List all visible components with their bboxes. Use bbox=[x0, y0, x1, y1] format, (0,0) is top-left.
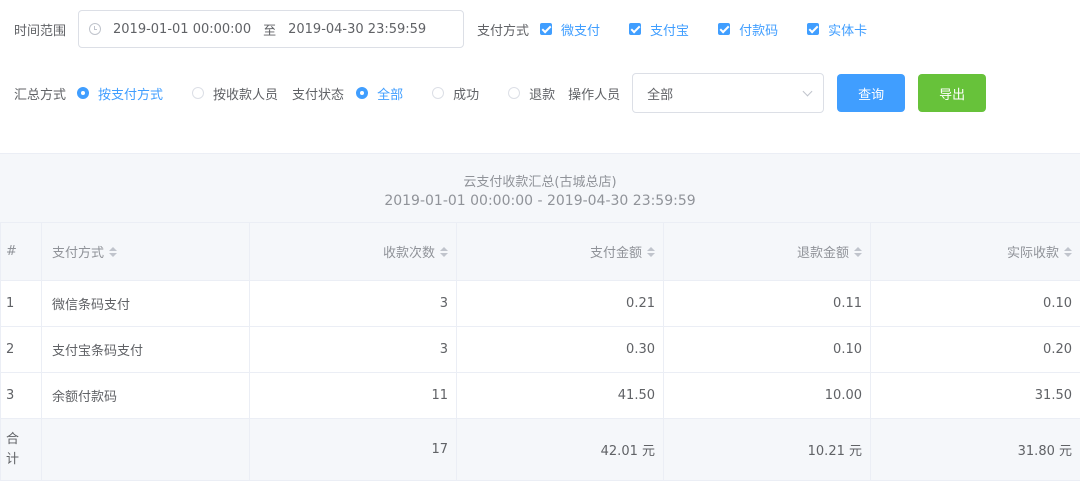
column-header-refund-amount[interactable]: 退款金额 bbox=[664, 223, 871, 281]
report-date-range: 2019-01-01 00:00:00 - 2019-04-30 23:59:5… bbox=[0, 193, 1080, 209]
radio-label: 按支付方式 bbox=[98, 84, 163, 103]
cell-paid-amount: 41.50 bbox=[457, 373, 664, 419]
operator-select[interactable]: 全部 bbox=[632, 73, 824, 113]
cell-index: 1 bbox=[1, 281, 42, 327]
column-header-count[interactable]: 收款次数 bbox=[250, 223, 457, 281]
operator-label: 操作人员 bbox=[568, 84, 620, 103]
column-header-label: 退款金额 bbox=[797, 246, 849, 261]
radio-status-success[interactable]: 成功 bbox=[432, 84, 479, 103]
summary-table: # 支付方式 收款次数 支付金额 退款金额 实际收款 1 微信条码支付 3 0.… bbox=[0, 222, 1080, 481]
radio-by-pay-method[interactable]: 按支付方式 bbox=[77, 84, 163, 103]
cell-paid-amount: 0.21 bbox=[457, 281, 664, 327]
query-button[interactable]: 查询 bbox=[837, 74, 905, 112]
cell-paid-amount: 0.30 bbox=[457, 327, 664, 373]
cell-refund-amount: 0.11 bbox=[664, 281, 871, 327]
checkbox-wechat-pay[interactable]: 微支付 bbox=[540, 20, 600, 39]
chevron-down-icon[interactable] bbox=[803, 87, 813, 97]
status-label: 支付状态 bbox=[292, 84, 344, 103]
cell-total-label: 合计 bbox=[1, 419, 42, 481]
cell-total-actual-amount: 31.80 元 bbox=[871, 419, 1080, 481]
column-header-paid-amount[interactable]: 支付金额 bbox=[457, 223, 664, 281]
checkbox-label: 付款码 bbox=[739, 20, 778, 39]
cell-actual-amount: 0.20 bbox=[871, 327, 1080, 373]
column-header-label: 支付方式 bbox=[52, 246, 104, 261]
table-row: 3 余额付款码 11 41.50 10.00 31.50 bbox=[1, 373, 1080, 419]
column-header-label: 实际收款 bbox=[1007, 246, 1059, 261]
sort-icon[interactable] bbox=[647, 247, 655, 251]
sort-icon[interactable] bbox=[440, 247, 448, 251]
checkbox-checked-icon[interactable] bbox=[807, 23, 819, 35]
cell-total-count: 17 bbox=[250, 419, 457, 481]
sort-icon[interactable] bbox=[109, 247, 117, 251]
report-header: 云支付收款汇总(古城总店) 2019-01-01 00:00:00 - 2019… bbox=[0, 153, 1080, 222]
sort-icon[interactable] bbox=[1064, 247, 1072, 251]
cell-pay-method: 支付宝条码支付 bbox=[42, 327, 250, 373]
operator-select-value: 全部 bbox=[647, 84, 673, 103]
table-row: 1 微信条码支付 3 0.21 0.11 0.10 bbox=[1, 281, 1080, 327]
pay-method-label: 支付方式 bbox=[477, 20, 529, 39]
cell-actual-amount: 31.50 bbox=[871, 373, 1080, 419]
cell-count: 3 bbox=[250, 327, 457, 373]
cell-count: 3 bbox=[250, 281, 457, 327]
radio-selected-icon[interactable] bbox=[356, 87, 368, 99]
cell-actual-amount: 0.10 bbox=[871, 281, 1080, 327]
checkbox-physical-card[interactable]: 实体卡 bbox=[807, 20, 867, 39]
checkbox-checked-icon[interactable] bbox=[629, 23, 641, 35]
checkbox-label: 微支付 bbox=[561, 20, 600, 39]
table-header-row: # 支付方式 收款次数 支付金额 退款金额 实际收款 bbox=[1, 223, 1080, 281]
checkbox-alipay[interactable]: 支付宝 bbox=[629, 20, 689, 39]
time-range-label: 时间范围 bbox=[14, 20, 66, 39]
checkbox-checked-icon[interactable] bbox=[540, 23, 552, 35]
radio-status-all[interactable]: 全部 bbox=[356, 84, 403, 103]
summary-label: 汇总方式 bbox=[14, 84, 66, 103]
end-date-input[interactable]: 2019-04-30 23:59:59 bbox=[288, 22, 426, 37]
cell-total-pay-method bbox=[42, 419, 250, 481]
cell-index: 2 bbox=[1, 327, 42, 373]
column-header-index: # bbox=[1, 223, 42, 281]
cell-total-refund-amount: 10.21 元 bbox=[664, 419, 871, 481]
report-title: 云支付收款汇总(古城总店) bbox=[0, 171, 1080, 190]
start-date-input[interactable]: 2019-01-01 00:00:00 bbox=[113, 22, 251, 37]
column-header-label: # bbox=[6, 244, 17, 259]
radio-by-cashier[interactable]: 按收款人员 bbox=[192, 84, 278, 103]
table-total-row: 合计 17 42.01 元 10.21 元 31.80 元 bbox=[1, 419, 1080, 481]
radio-unselected-icon[interactable] bbox=[508, 87, 520, 99]
filter-row-summary: 汇总方式 按支付方式 按收款人员 支付状态 全部 成功 退款 操作人员 全部 查… bbox=[0, 73, 986, 113]
cell-pay-method: 余额付款码 bbox=[42, 373, 250, 419]
export-button[interactable]: 导出 bbox=[918, 74, 986, 112]
date-range-picker[interactable]: 2019-01-01 00:00:00 至 2019-04-30 23:59:5… bbox=[78, 10, 464, 48]
radio-label: 成功 bbox=[453, 84, 479, 103]
cell-total-paid-amount: 42.01 元 bbox=[457, 419, 664, 481]
column-header-label: 收款次数 bbox=[383, 246, 435, 261]
cell-refund-amount: 10.00 bbox=[664, 373, 871, 419]
checkbox-label: 支付宝 bbox=[650, 20, 689, 39]
radio-status-refund[interactable]: 退款 bbox=[508, 84, 555, 103]
radio-selected-icon[interactable] bbox=[77, 87, 89, 99]
cell-count: 11 bbox=[250, 373, 457, 419]
cell-index: 3 bbox=[1, 373, 42, 419]
filter-row-time: 时间范围 2019-01-01 00:00:00 至 2019-04-30 23… bbox=[0, 9, 867, 49]
radio-label: 全部 bbox=[377, 84, 403, 103]
checkbox-payment-code[interactable]: 付款码 bbox=[718, 20, 778, 39]
radio-unselected-icon[interactable] bbox=[192, 87, 204, 99]
table-row: 2 支付宝条码支付 3 0.30 0.10 0.20 bbox=[1, 327, 1080, 373]
cell-pay-method: 微信条码支付 bbox=[42, 281, 250, 327]
column-header-label: 支付金额 bbox=[590, 246, 642, 261]
column-header-actual-amount[interactable]: 实际收款 bbox=[871, 223, 1080, 281]
cell-refund-amount: 0.10 bbox=[664, 327, 871, 373]
checkbox-checked-icon[interactable] bbox=[718, 23, 730, 35]
range-separator: 至 bbox=[263, 20, 276, 39]
column-header-pay-method[interactable]: 支付方式 bbox=[42, 223, 250, 281]
checkbox-label: 实体卡 bbox=[828, 20, 867, 39]
radio-unselected-icon[interactable] bbox=[432, 87, 444, 99]
clock-icon bbox=[89, 23, 101, 35]
radio-label: 退款 bbox=[529, 84, 555, 103]
sort-icon[interactable] bbox=[854, 247, 862, 251]
radio-label: 按收款人员 bbox=[213, 84, 278, 103]
total-label: 合计 bbox=[6, 430, 20, 470]
